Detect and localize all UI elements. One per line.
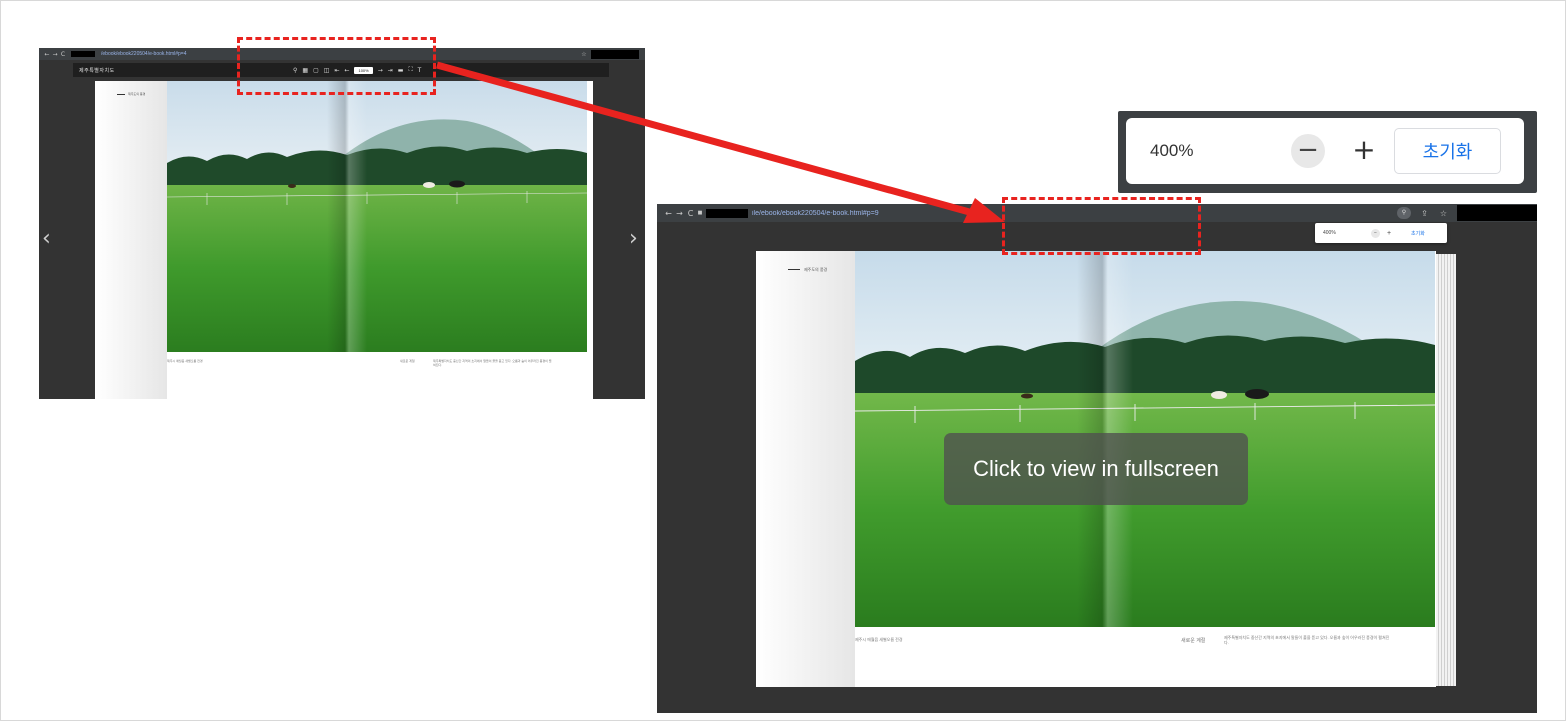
highlight-toolbar-after [1002,197,1201,255]
star-icon[interactable]: ☆ [580,51,588,58]
next-spread-arrow[interactable]: › [629,226,638,251]
book-page-edges [1436,254,1456,686]
prev-spread-arrow[interactable]: ‹ [42,226,51,251]
viewer-logo: 제주특별자치도 [79,67,115,74]
zoom-popup-plus[interactable]: + [1387,230,1391,237]
address-bar[interactable]: ile/ebook/ebook220504/e-book.html#p=9 [752,210,952,217]
caption-title: 새로운 계절 [400,359,415,363]
highlight-toolbar-before [237,37,436,95]
zoom-reset-button[interactable]: 초기화 [1394,128,1501,174]
share-icon[interactable]: ⇪ [1419,209,1430,218]
redacted-profile [591,50,639,59]
ebook-spread: 제주도의 풍경 [756,251,1436,687]
zoom-popup-reset[interactable]: 초기화 [1411,230,1425,237]
forward-icon[interactable]: → [51,51,59,58]
landscape-photo [167,81,587,352]
redacted-domain [706,208,748,218]
star-icon[interactable]: ☆ [1438,209,1449,218]
zoom-popup-minus[interactable]: − [1371,228,1380,238]
fullscreen-overlay-button[interactable]: Click to view in fullscreen [944,433,1248,505]
zoom-popup: 400% − + 초기화 [1315,223,1447,243]
redacted-domain [71,51,95,57]
caption-body: 제주특별자치도 중산간 지역의 초지에서 말들이 풀을 뜯고 있다. 오름과 숲… [433,359,552,367]
tutorial-figure: ← → C /ebook/ebook220504/e-book.html#p=4… [0,0,1566,721]
zoom-popup-level: 400% [1323,230,1336,236]
zoom-out-button[interactable]: − [1291,134,1325,168]
photo-caption: 제주시 애월읍 새별오름 전경 [167,359,203,363]
zoom-callout-panel: 400% − + 초기화 [1118,111,1537,193]
caption-body: 제주특별자치도 중산간 지역의 초지에서 말들이 풀을 뜯고 있다. 오름과 숲… [1224,635,1390,645]
photo-caption: 제주시 애월읍 새별오름 전경 [855,637,903,642]
forward-icon[interactable]: → [674,209,685,218]
caption-title: 새로운 계절 [1181,638,1206,644]
back-icon[interactable]: ← [663,209,674,218]
browser-window-after: ← → C ■ ile/ebook/ebook220504/e-book.htm… [657,204,1537,713]
page-section-label: 제주도의 풍경 [117,92,145,96]
zoom-card: 400% − + 초기화 [1126,118,1524,184]
lock-icon: ■ [697,210,703,216]
ebook-spread: 제주도의 풍경 [95,81,593,399]
reload-icon[interactable]: C [59,51,67,58]
zoom-indicator-icon[interactable]: ⚲ [1397,207,1411,219]
page-section-label: 제주도의 풍경 [788,267,827,273]
zoom-in-button[interactable]: + [1347,134,1381,168]
back-icon[interactable]: ← [43,51,51,58]
zoom-level: 400% [1150,141,1194,160]
reload-icon[interactable]: C [685,209,696,218]
redacted-profile [1457,205,1537,221]
browser-window-before: ← → C /ebook/ebook220504/e-book.html#p=4… [39,48,645,399]
address-bar[interactable]: /ebook/ebook220504/e-book.html#p=4 [101,51,251,57]
